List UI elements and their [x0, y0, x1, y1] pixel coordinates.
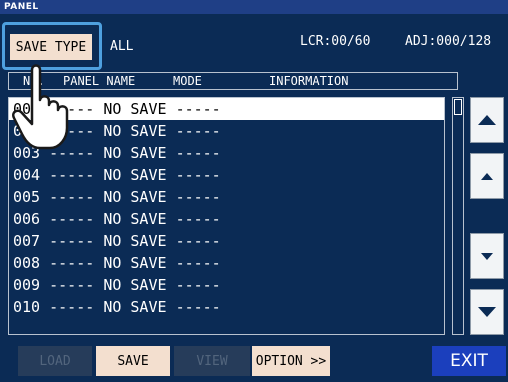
scroll-thumb[interactable] — [454, 99, 462, 115]
list-scrollbar[interactable] — [452, 97, 464, 335]
lcr-counter: LCR:00/60 — [300, 34, 371, 49]
row-information: ----- — [175, 166, 221, 184]
row-panel-name: ----- — [49, 210, 95, 228]
row-information: ----- — [175, 232, 221, 250]
row-mode: NO SAVE — [103, 298, 167, 316]
row-information: ----- — [175, 210, 221, 228]
row-up-button[interactable] — [470, 153, 504, 199]
row-number: 006 — [13, 210, 41, 228]
view-button[interactable]: VIEW — [174, 346, 250, 376]
row-panel-name: ----- — [49, 232, 95, 250]
row-mode: NO SAVE — [103, 276, 167, 294]
row-up-icon — [481, 172, 493, 180]
row-information: ----- — [175, 276, 221, 294]
column-mode: MODE — [173, 74, 202, 88]
row-information: ----- — [175, 298, 221, 316]
row-panel-name: ----- — [49, 254, 95, 272]
row-information: ----- — [175, 144, 221, 162]
list-item[interactable]: 007 ----- NO SAVE ----- — [9, 230, 444, 252]
row-mode: NO SAVE — [103, 254, 167, 272]
pointing-hand-icon — [12, 64, 69, 150]
row-panel-name: ----- — [49, 188, 95, 206]
row-mode: NO SAVE — [103, 188, 167, 206]
row-number: 008 — [13, 254, 41, 272]
row-down-icon — [481, 252, 493, 260]
row-panel-name: ----- — [49, 298, 95, 316]
row-panel-name: ----- — [49, 166, 95, 184]
row-number: 007 — [13, 232, 41, 250]
row-mode: NO SAVE — [103, 232, 167, 250]
save-type-value: ALL — [110, 39, 134, 54]
row-number: 005 — [13, 188, 41, 206]
page-up-button[interactable] — [470, 97, 504, 143]
list-item[interactable]: 010 ----- NO SAVE ----- — [9, 296, 444, 318]
row-panel-name: ----- — [49, 276, 95, 294]
list-item[interactable]: 008 ----- NO SAVE ----- — [9, 252, 444, 274]
row-information: ----- — [175, 100, 221, 118]
row-information: ----- — [175, 188, 221, 206]
list-item[interactable]: 006 ----- NO SAVE ----- — [9, 208, 444, 230]
row-mode: NO SAVE — [103, 210, 167, 228]
row-information: ----- — [175, 122, 221, 140]
row-mode: NO SAVE — [103, 144, 167, 162]
window-title: PANEL — [0, 0, 508, 14]
adj-counter: ADJ:000/128 — [405, 34, 492, 49]
row-mode: NO SAVE — [103, 122, 167, 140]
list-item[interactable]: 009 ----- NO SAVE ----- — [9, 274, 444, 296]
row-mode: NO SAVE — [103, 166, 167, 184]
row-information: ----- — [175, 254, 221, 272]
page-up-icon — [478, 115, 496, 125]
row-down-button[interactable] — [470, 233, 504, 279]
exit-button[interactable]: EXIT — [432, 346, 506, 376]
row-number: 009 — [13, 276, 41, 294]
row-mode: NO SAVE — [103, 100, 167, 118]
load-button[interactable]: LOAD — [18, 346, 92, 376]
row-number: 010 — [13, 298, 41, 316]
page-down-icon — [478, 307, 496, 317]
page-down-button[interactable] — [470, 289, 504, 335]
save-type-button[interactable]: SAVE TYPE — [10, 34, 92, 60]
option-button[interactable]: OPTION >> — [252, 346, 330, 376]
list-item[interactable]: 004 ----- NO SAVE ----- — [9, 164, 444, 186]
save-button[interactable]: SAVE — [96, 346, 170, 376]
column-information: INFORMATION — [269, 74, 349, 88]
row-number: 004 — [13, 166, 41, 184]
list-item[interactable]: 005 ----- NO SAVE ----- — [9, 186, 444, 208]
